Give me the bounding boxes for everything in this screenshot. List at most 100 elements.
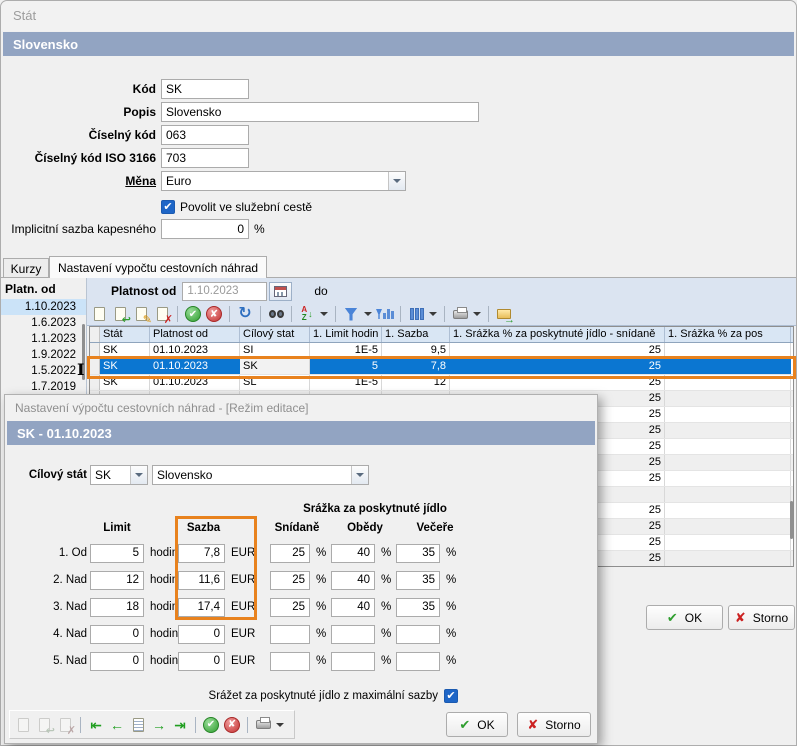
grid-cell: 9,5	[382, 343, 450, 358]
max-sazba-checkbox[interactable]: ✔	[444, 689, 458, 703]
ok-button[interactable]: ✔ OK	[646, 605, 723, 630]
calendar-button[interactable]	[269, 282, 292, 301]
cancel-icon[interactable]: ✘	[223, 716, 241, 734]
side-list-item[interactable]: 1.10.2023	[1, 299, 86, 315]
obedy-input[interactable]: 40	[331, 598, 375, 617]
limit-input[interactable]: 0	[90, 625, 144, 644]
record-icon[interactable]	[129, 716, 147, 734]
dropdown-caret-icon[interactable]	[363, 305, 373, 323]
vecere-input[interactable]	[396, 652, 440, 671]
window-titlebar[interactable]: Stát	[1, 1, 796, 31]
obedy-input[interactable]	[331, 652, 375, 671]
side-list-item[interactable]: 1.7.2019	[1, 379, 86, 395]
filter-chart-icon[interactable]	[376, 305, 394, 323]
grid-column-header[interactable]: Cílový stat	[240, 327, 310, 342]
doc-delete-icon[interactable]: ✗	[153, 305, 171, 323]
doc-edit-icon[interactable]: ✎	[132, 305, 150, 323]
mena-combo[interactable]: Euro	[161, 171, 406, 191]
snidane-input[interactable]	[270, 652, 310, 671]
grid-row[interactable]: SK01.10.2023SK57,825	[90, 359, 793, 375]
vecere-input[interactable]: 35	[396, 571, 440, 590]
chevron-down-icon[interactable]	[130, 466, 147, 484]
cancel-icon[interactable]: ✘	[205, 305, 223, 323]
grid-column-header[interactable]: 1. Srážka % za pos	[665, 327, 791, 342]
binoculars-icon[interactable]	[267, 305, 285, 323]
modal-row: 2. Nad12hodin11,6EUR25%40%35%	[5, 570, 456, 590]
nav-prev-icon[interactable]: ←	[108, 716, 126, 734]
dropdown-caret-icon[interactable]	[472, 305, 482, 323]
nav-next-icon[interactable]: →	[150, 716, 168, 734]
iso-field[interactable]: 703	[161, 148, 249, 168]
sazba-input[interactable]: 0	[178, 652, 225, 671]
kod-field[interactable]: SK	[161, 79, 249, 99]
side-list-item[interactable]: 1.6.2023	[1, 315, 86, 331]
grid-row[interactable]: SK01.10.2023SL1E-51225	[90, 375, 793, 391]
tab-nastaveni-vypoctu[interactable]: Nastavení vypočtu cestovních náhrad	[49, 256, 267, 278]
obedy-input[interactable]: 40	[331, 544, 375, 563]
doc-open-icon[interactable]: ↩	[111, 305, 129, 323]
filter-icon[interactable]	[342, 305, 360, 323]
chevron-down-icon[interactable]	[388, 172, 405, 190]
sazba-input[interactable]: 0	[178, 625, 225, 644]
limit-input[interactable]: 0	[90, 652, 144, 671]
limit-input[interactable]: 12	[90, 571, 144, 590]
doc-open-icon[interactable]: ↩	[35, 716, 53, 734]
grid-column-header[interactable]: Platnost od	[150, 327, 240, 342]
refresh-icon[interactable]: ↻	[236, 305, 254, 323]
sazba-input[interactable]: 17,4	[178, 598, 225, 617]
sazba-input[interactable]: 11,6	[178, 571, 225, 590]
confirm-icon[interactable]: ✔	[202, 716, 220, 734]
doc-delete-icon[interactable]: ✗	[56, 716, 74, 734]
print-icon[interactable]	[451, 305, 469, 323]
popis-field[interactable]: Slovensko	[161, 102, 479, 122]
columns-icon[interactable]	[407, 305, 425, 323]
storno-button[interactable]: ✘ Storno	[728, 605, 795, 630]
grid-column-header[interactable]: 1. Srážka % za poskytnuté jídlo - snídan…	[450, 327, 665, 342]
print-icon[interactable]	[254, 716, 272, 734]
snidane-input[interactable]: 25	[270, 571, 310, 590]
tab-kurzy[interactable]: Kurzy	[3, 258, 49, 278]
nav-last-icon[interactable]: ⇥	[171, 716, 189, 734]
dialog-ok-button[interactable]: ✔ OK	[446, 712, 508, 737]
grid-column-header[interactable]: Stát	[100, 327, 150, 342]
cilovy-stat-name-combo[interactable]: Slovensko	[152, 465, 369, 485]
snidane-input[interactable]: 25	[270, 598, 310, 617]
snidane-input[interactable]	[270, 625, 310, 644]
vecere-input[interactable]	[396, 625, 440, 644]
grid-row[interactable]: SK01.10.2023SI1E-59,525	[90, 343, 793, 359]
povolit-checkbox[interactable]: ✔	[161, 200, 175, 214]
confirm-icon[interactable]: ✔	[184, 305, 202, 323]
doc-new-icon[interactable]	[14, 716, 32, 734]
implicit-field[interactable]: 0	[161, 219, 249, 239]
vecere-input[interactable]: 35	[396, 598, 440, 617]
sazba-input[interactable]: 7,8	[178, 544, 225, 563]
obedy-input[interactable]: 40	[331, 571, 375, 590]
nav-first-icon[interactable]: ⇤	[87, 716, 105, 734]
dropdown-caret-icon[interactable]	[319, 305, 329, 323]
chevron-down-icon[interactable]	[351, 466, 368, 484]
dropdown-caret-icon[interactable]	[275, 716, 285, 734]
side-list-item[interactable]: 1.9.2022	[1, 347, 86, 363]
cilovy-stat-code-combo[interactable]: SK	[90, 465, 148, 485]
limit-input[interactable]: 18	[90, 598, 144, 617]
export-icon[interactable]: →	[495, 305, 513, 323]
grid-header: StátPlatnost odCílový stat1. Limit hodin…	[90, 327, 793, 343]
dropdown-caret-icon[interactable]	[428, 305, 438, 323]
grid-column-header[interactable]: 1. Limit hodin	[310, 327, 382, 342]
side-list-item[interactable]: 1.1.2023	[1, 331, 86, 347]
dialog-titlebar[interactable]: Nastavení výpočtu cestovních náhrad - [R…	[5, 395, 597, 421]
grid-column-header[interactable]: 1. Sazba	[382, 327, 450, 342]
side-list-item[interactable]: 1.5.2022	[1, 363, 86, 379]
mena-label[interactable]: Měna	[1, 174, 161, 188]
grid-cell	[665, 359, 791, 374]
doc-new-icon[interactable]	[90, 305, 108, 323]
dialog-storno-button[interactable]: ✘ Storno	[517, 712, 591, 737]
obedy-input[interactable]	[331, 625, 375, 644]
grid-scrollbar[interactable]	[790, 501, 793, 539]
limit-input[interactable]: 5	[90, 544, 144, 563]
ciselny-kod-field[interactable]: 063	[161, 125, 249, 145]
sort-az-icon[interactable]: AZ↓	[298, 305, 316, 323]
platnost-od-date-input[interactable]: 1.10.2023	[182, 282, 267, 301]
snidane-input[interactable]: 25	[270, 544, 310, 563]
vecere-input[interactable]: 35	[396, 544, 440, 563]
